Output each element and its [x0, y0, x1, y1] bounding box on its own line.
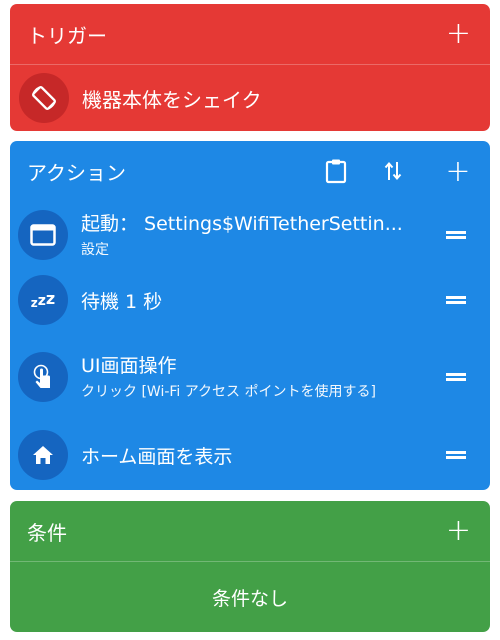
- action-item-subtitle: クリック [Wi-Fi アクセス ポイントを使用する]: [81, 384, 376, 400]
- clipboard-icon[interactable]: [321, 156, 351, 186]
- add-constraint-icon[interactable]: +: [446, 516, 471, 546]
- add-trigger-icon[interactable]: +: [446, 19, 471, 49]
- window-icon: [18, 210, 68, 260]
- action-header: アクション +: [10, 141, 490, 201]
- constraint-card: 条件 + 条件なし: [10, 501, 490, 632]
- action-item-title: ホーム画面を表示: [81, 445, 233, 468]
- constraint-header: 条件 +: [10, 501, 490, 561]
- sleep-zzz-icon: zzz: [18, 275, 68, 325]
- constraint-empty-text: 条件なし: [211, 587, 288, 610]
- action-item-wait[interactable]: zzz 待機 1 秒: [10, 269, 490, 331]
- action-item-title: 待機 1 秒: [81, 290, 163, 313]
- action-card: アクション + 起動： Settings$WifiTetherSettin...…: [10, 141, 490, 490]
- trigger-item[interactable]: 機器本体をシェイク: [10, 65, 490, 131]
- action-item-ui-interaction[interactable]: UI画面操作 クリック [Wi-Fi アクセス ポイントを使用する]: [10, 331, 490, 423]
- touch-icon: [18, 352, 68, 402]
- action-item-launch[interactable]: 起動： Settings$WifiTetherSettin... 設定: [10, 201, 490, 269]
- action-item-title: UI画面操作: [81, 355, 177, 377]
- trigger-card: トリガー + 機器本体をシェイク: [10, 4, 490, 131]
- reorder-icon[interactable]: [378, 156, 408, 186]
- trigger-title: トリガー: [27, 23, 107, 48]
- constraint-title: 条件: [27, 520, 67, 545]
- trigger-item-label: 機器本体をシェイク: [82, 87, 262, 112]
- drag-handle-icon[interactable]: [446, 231, 466, 239]
- home-icon: [18, 430, 68, 480]
- action-item-home[interactable]: ホーム画面を表示: [10, 423, 490, 487]
- screen-rotation-icon: [19, 73, 69, 123]
- trigger-header: トリガー +: [10, 4, 490, 64]
- action-title: アクション: [27, 160, 126, 185]
- action-item-subtitle: 設定: [81, 242, 109, 258]
- drag-handle-icon[interactable]: [446, 451, 466, 459]
- drag-handle-icon[interactable]: [446, 296, 466, 304]
- drag-handle-icon[interactable]: [446, 373, 466, 381]
- action-item-title: 起動： Settings$WifiTetherSettin...: [81, 213, 403, 235]
- add-action-icon[interactable]: +: [443, 154, 473, 189]
